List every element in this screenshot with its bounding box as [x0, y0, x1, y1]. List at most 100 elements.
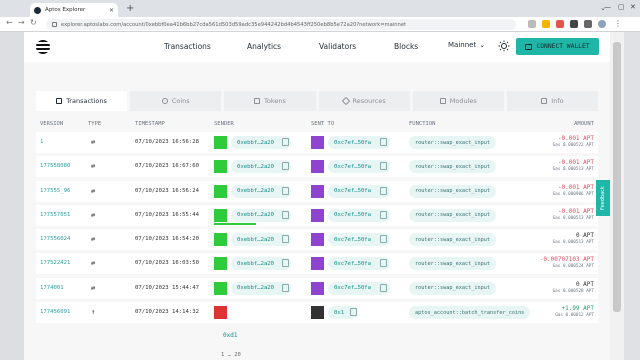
tab-info[interactable]: Info — [506, 91, 599, 111]
nav-analytics[interactable]: Analytics — [247, 42, 281, 51]
aptos-favicon-icon — [34, 6, 41, 14]
version-link[interactable]: 177522421 — [40, 260, 70, 266]
copy-icon[interactable] — [282, 283, 289, 292]
version-link[interactable]: 177558080 — [40, 163, 70, 169]
copy-icon[interactable] — [350, 308, 357, 317]
back-icon[interactable]: ← — [6, 18, 13, 27]
amount-value: 0 APT — [575, 232, 594, 240]
tab-label: Modules — [449, 97, 477, 105]
bookmark-star-icon[interactable] — [542, 20, 550, 28]
copy-icon[interactable] — [282, 138, 289, 146]
gas-fee: Gas 0.000906 APT — [552, 191, 594, 197]
function-chip[interactable]: router::swap_exact_input — [409, 160, 496, 174]
receiver-avatar — [311, 136, 324, 149]
table-row[interactable]: 1774001 ⇄ 07/10/2023 15:44:47 0xebbf…2a20 0x… — [36, 277, 598, 299]
copy-icon[interactable] — [282, 162, 289, 171]
amount: -0.001 APT Gas 0.000513 APT — [553, 208, 594, 221]
address-chip[interactable]: 0xd1 — [223, 332, 237, 339]
menu-icon[interactable]: ⋮ — [614, 20, 622, 28]
version-link[interactable]: 1774001 — [40, 285, 64, 291]
version-link[interactable]: 177556024 — [40, 236, 70, 242]
tab-modules[interactable]: Modules — [412, 91, 504, 111]
function-chip[interactable]: router::swap_exact_input — [409, 184, 496, 198]
tab-label: Coins — [171, 97, 190, 105]
copy-icon[interactable] — [380, 283, 387, 292]
theme-toggle-sun-icon[interactable] — [498, 40, 510, 52]
function-chip[interactable]: router::swap_exact_input — [409, 136, 496, 149]
forward-icon[interactable]: → — [18, 18, 25, 27]
reload-icon[interactable]: ↻ — [30, 18, 37, 27]
copy-icon[interactable] — [282, 235, 289, 244]
browser-tab-title: Aptos Explorer — [45, 7, 86, 13]
copy-icon[interactable] — [282, 210, 289, 219]
connect-wallet-button[interactable]: CONNECT WALLET — [516, 38, 599, 55]
version-link[interactable]: 1 — [40, 139, 43, 145]
copy-icon[interactable] — [282, 186, 289, 195]
modules-icon — [439, 98, 446, 104]
sidebar-icon[interactable] — [584, 20, 592, 28]
connect-wallet-label: CONNECT WALLET — [536, 43, 590, 50]
copy-icon[interactable] — [380, 210, 387, 219]
explorer-app: Transactions Analytics Validators Blocks… — [24, 32, 610, 360]
table-row[interactable]: 1 ⇄ 07/10/2023 16:56:28 0xebbf…2a20 0xc7ef…5… — [36, 132, 598, 153]
browser-tab[interactable]: Aptos Explorer ✕ — [30, 3, 118, 17]
table-row[interactable]: 177556024 ⇄ 07/10/2023 16:54:20 0xebbf…2a20… — [36, 229, 598, 251]
swap-icon: ⇄ — [91, 283, 96, 292]
function-chip[interactable]: router::swap_exact_input — [409, 208, 496, 222]
copy-icon[interactable] — [380, 138, 387, 146]
tab-resources[interactable]: Resources — [318, 91, 410, 111]
version-link[interactable]: 177555_96 — [40, 188, 70, 194]
function-chip[interactable]: router::swap_exact_input — [409, 233, 496, 247]
table-row[interactable]: 177456091 ↑ 07/10/2023 14:14:32 0x1 aptos_ac… — [36, 302, 598, 324]
minimize-icon[interactable]: — — [604, 3, 611, 11]
tab-label: Info — [551, 97, 564, 105]
tab-transactions[interactable]: Transactions — [36, 91, 128, 111]
copy-icon[interactable] — [282, 259, 289, 268]
table-row[interactable]: 177555_96 ⇄ 07/10/2023 16:56:24 0xebbf…2a20… — [36, 180, 598, 202]
swap-icon: ⇄ — [91, 259, 96, 268]
extension-icon[interactable] — [556, 20, 564, 28]
function-chip[interactable]: router::swap_exact_input — [409, 257, 496, 271]
new-tab-button[interactable]: + — [126, 3, 134, 15]
close-tab-icon[interactable]: ✕ — [109, 7, 114, 14]
pagination[interactable]: 1 … 20 — [221, 352, 241, 358]
gas-fee: Gas 0.000524 APT — [552, 264, 594, 270]
header-type: TYPE — [88, 121, 102, 127]
sender-avatar — [214, 160, 227, 174]
table-row[interactable]: 177557051 ⇄ 07/10/2023 16:55:44 0xebbf…2a20… — [36, 204, 598, 226]
copy-icon[interactable] — [380, 186, 387, 195]
amount-value: -0.001 APT — [557, 183, 594, 191]
version-link[interactable]: 177557051 — [40, 212, 70, 218]
network-select[interactable]: Mainnet ⌄ — [448, 41, 485, 49]
header-sender: SENDER — [214, 121, 234, 127]
aptos-logo-icon[interactable] — [36, 40, 50, 54]
account-tabs: Transactions Coins Tokens Resources Modu… — [36, 91, 599, 111]
receiver-avatar — [311, 184, 324, 198]
nav-transactions[interactable]: Transactions — [164, 42, 211, 51]
feedback-button[interactable]: Feedback — [596, 180, 610, 216]
function-chip[interactable]: aptos_account::batch_transfer_coins — [409, 306, 531, 320]
share-icon[interactable] — [528, 20, 536, 28]
nav-validators[interactable]: Validators — [319, 42, 356, 51]
scrollbar-thumb[interactable] — [613, 42, 621, 312]
copy-icon[interactable] — [380, 162, 387, 171]
amount-value: -0.001 APT — [557, 207, 594, 215]
receiver-avatar — [311, 160, 324, 174]
gas-fee: Gas 0.000513 APT — [552, 240, 594, 246]
function-chip[interactable]: router::swap_exact_input — [409, 281, 496, 295]
table-row[interactable]: 177558080 ⇄ 07/10/2023 16:67:60 0xebbf…2a20… — [36, 156, 598, 178]
swap-icon: ⇄ — [91, 210, 96, 219]
maximize-icon[interactable]: ▢ — [618, 3, 625, 11]
version-link[interactable]: 177456091 — [40, 309, 70, 315]
nav-blocks[interactable]: Blocks — [394, 42, 418, 51]
table-row[interactable]: 177522421 ⇄ 07/10/2023 16:03:50 0xebbf…2a20… — [36, 253, 598, 275]
tab-tokens[interactable]: Tokens — [224, 91, 316, 111]
tab-label: Transactions — [66, 97, 107, 105]
tab-coins[interactable]: Coins — [130, 91, 222, 111]
copy-icon[interactable] — [380, 235, 387, 244]
copy-icon[interactable] — [380, 259, 387, 268]
profile-avatar[interactable] — [598, 20, 606, 28]
puzzle-icon[interactable] — [570, 20, 578, 28]
window-close-icon[interactable]: ✕ — [630, 3, 636, 11]
url-field[interactable]: explorer.aptoslabs.com/account/0xebbf0ea… — [46, 19, 516, 30]
